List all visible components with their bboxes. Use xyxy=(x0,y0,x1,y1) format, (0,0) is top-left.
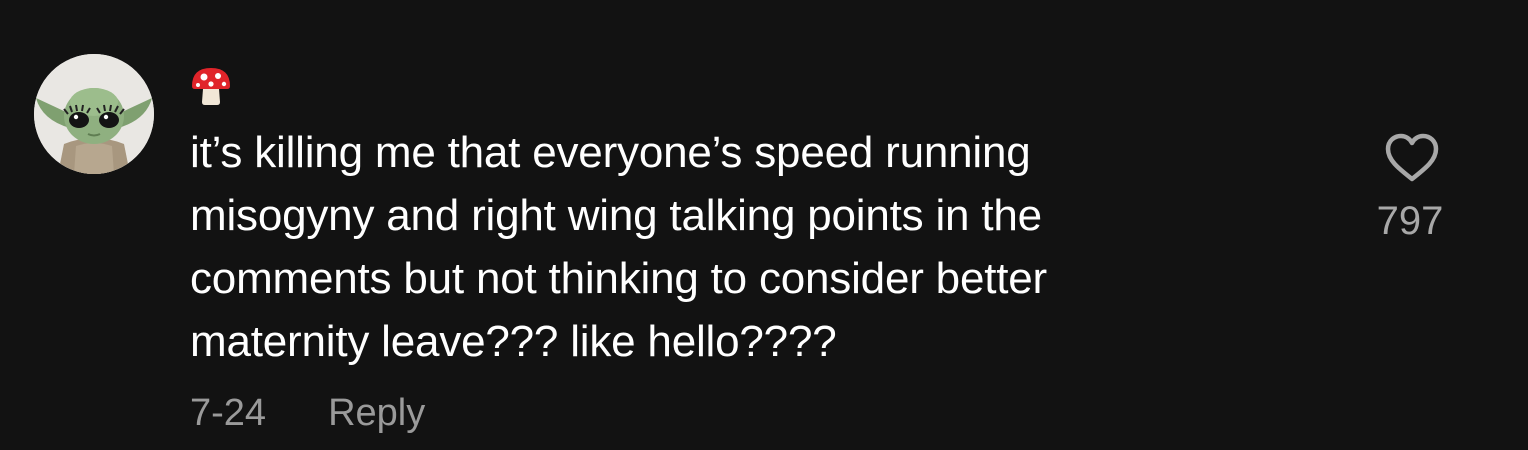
username[interactable] xyxy=(189,64,233,108)
baby-yoda-avatar-icon xyxy=(34,54,154,174)
reply-button[interactable]: Reply xyxy=(328,390,425,436)
avatar[interactable] xyxy=(34,54,154,174)
comment-meta: 7-24 Reply xyxy=(190,390,425,436)
mushroom-emoji-icon xyxy=(192,68,230,105)
comment-text: it’s killing me that everyone’s speed ru… xyxy=(190,128,1047,366)
comment-item: it’s killing me that everyone’s speed ru… xyxy=(0,0,1528,450)
heart-outline-icon xyxy=(1385,133,1439,182)
like-count: 797 xyxy=(1376,199,1444,243)
like-button[interactable] xyxy=(1384,132,1440,184)
comment-date: 7-24 xyxy=(190,392,267,434)
